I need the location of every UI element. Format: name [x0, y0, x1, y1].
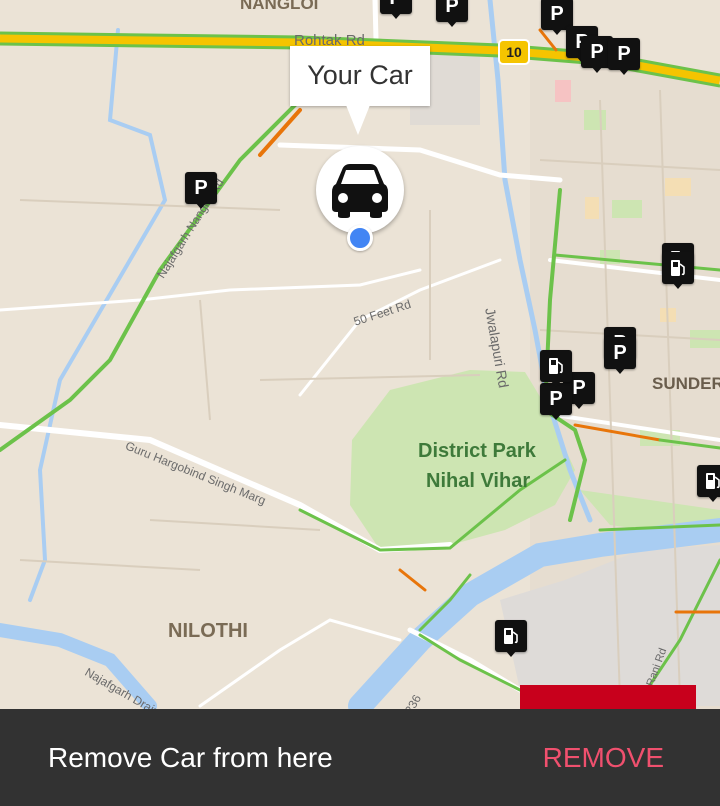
snackbar-message: Remove Car from here — [48, 742, 333, 773]
parking-marker[interactable]: P — [604, 337, 636, 375]
fuel-icon — [662, 252, 694, 284]
fuel-icon — [540, 350, 572, 382]
your-car-callout[interactable]: Your Car — [290, 46, 430, 106]
fuel-marker[interactable] — [662, 252, 694, 290]
location-dot — [347, 225, 373, 251]
fuel-marker[interactable] — [540, 350, 572, 388]
fuel-icon — [697, 465, 720, 497]
parking-marker[interactable]: P — [436, 0, 468, 28]
fuel-marker[interactable] — [495, 620, 527, 658]
callout-pointer — [346, 105, 370, 135]
parking-marker[interactable]: P — [185, 172, 217, 210]
park-label-line2: Nihal Vihar — [426, 470, 531, 492]
car-marker[interactable] — [316, 146, 404, 234]
place-label-nilothi: NILOTHI — [168, 620, 248, 642]
place-label-sunder: SUNDER — [652, 374, 720, 393]
fuel-icon — [495, 620, 527, 652]
parking-icon: P — [604, 337, 636, 369]
snackbar: Remove Car from here REMOVE — [0, 709, 720, 806]
map-view[interactable]: NANGLOI SUNDER NILOTHI District Park Nih… — [0, 0, 720, 806]
place-label-nangloi: NANGLOI — [240, 0, 319, 13]
highway-shield: 10 — [498, 39, 530, 65]
parking-icon: P — [436, 0, 468, 22]
parking-icon: P — [608, 38, 640, 70]
parking-marker[interactable]: P — [540, 383, 572, 421]
park-label-line1: District Park — [418, 440, 536, 462]
remove-button[interactable]: REMOVE — [543, 709, 664, 806]
car-icon — [332, 164, 388, 218]
fuel-marker[interactable] — [697, 465, 720, 503]
parking-marker[interactable]: P — [380, 0, 412, 20]
parking-marker[interactable]: P — [608, 38, 640, 76]
parking-icon: P — [185, 172, 217, 204]
